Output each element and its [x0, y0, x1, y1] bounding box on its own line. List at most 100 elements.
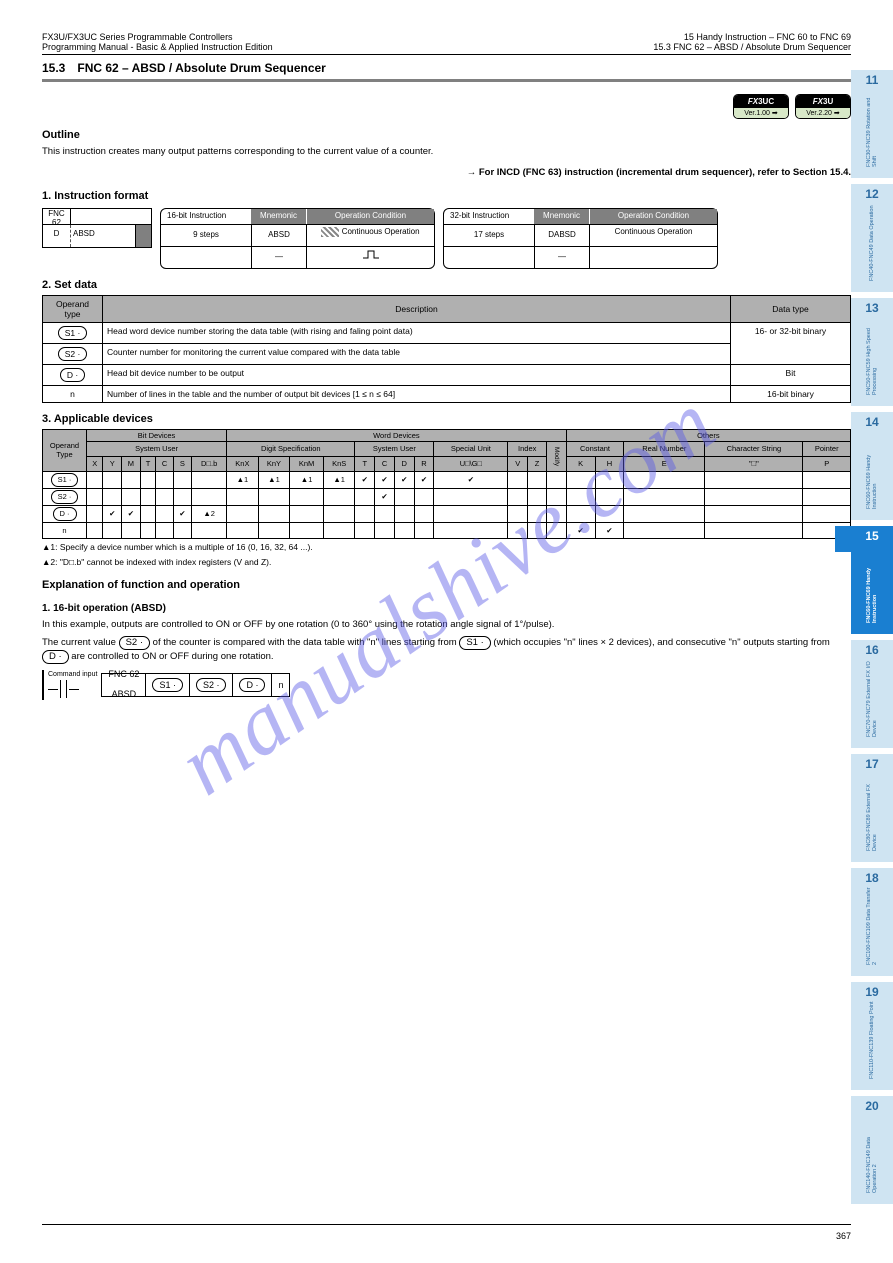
appl-cell — [140, 505, 156, 522]
appl-cell — [87, 505, 103, 522]
appl-cell — [258, 505, 290, 522]
box32-mnem-hdr: Mnemonic — [534, 209, 589, 224]
appl-col: V — [508, 456, 528, 471]
appl-note1: ▲1: Specify a device number which is a m… — [42, 542, 851, 554]
side-tab-12[interactable]: 12FNC40-FNC49 Data Operation — [851, 184, 893, 292]
function-para-1: In this example, outputs are controlled … — [42, 618, 851, 631]
appl-cell — [140, 471, 156, 488]
side-tab-14[interactable]: 14FNC60-FNC69 Handy Instruction — [851, 412, 893, 520]
tab-num: 17 — [853, 758, 891, 771]
appl-cell — [156, 471, 173, 488]
appl-cell: ✔ — [595, 522, 624, 538]
box16-r2-mnem: — — [251, 247, 306, 268]
op-pill: S1 · — [459, 636, 490, 650]
appl-digit: Digit Specification — [227, 441, 355, 456]
appl-cell — [624, 488, 705, 505]
fnc-box: FNC 62 ABSD S1 · S2 · D · n — [101, 673, 290, 697]
inst-name: ABSD — [71, 225, 135, 247]
appl-cell: ✔ — [394, 471, 414, 488]
pulse-marker — [135, 225, 151, 247]
tab-label: FNC140-FNC149 Data Operation 2 — [866, 1113, 878, 1193]
side-tab-13[interactable]: 13FNC50-FNC59 High Speed Processing — [851, 298, 893, 406]
badge-fx: FX — [748, 97, 758, 106]
appl-cell: ✔ — [173, 505, 192, 522]
side-tab-11[interactable]: 11FNC30-FNC39 Rotation and Shift — [851, 70, 893, 178]
appl-cell — [624, 471, 705, 488]
table-row: S2 ·✔ — [43, 488, 851, 505]
appl-cell — [434, 522, 508, 538]
tab-label: FNC60-FNC69 Handy Instruction — [866, 429, 878, 509]
op-dtype: Bit — [731, 364, 851, 385]
appl-cell: ✔ — [375, 488, 395, 505]
appl-cell — [528, 522, 547, 538]
appl-cell — [595, 471, 624, 488]
appl-cell — [434, 505, 508, 522]
title-rule — [42, 79, 851, 82]
appl-cell — [227, 488, 259, 505]
appl-cell — [323, 505, 355, 522]
side-tab-17[interactable]: 17FNC80-FNC89 External FX Device — [851, 754, 893, 862]
appl-cell — [528, 471, 547, 488]
appl-cell — [323, 488, 355, 505]
tab-num: 15 — [853, 530, 891, 543]
appl-cell — [595, 505, 624, 522]
appl-cell — [394, 488, 414, 505]
appl-cell — [192, 488, 227, 505]
appl-cell — [705, 505, 803, 522]
appl-note2: ▲2: "D□.b" cannot be indexed with index … — [42, 557, 851, 569]
appl-cell — [624, 522, 705, 538]
op-n: n — [43, 385, 103, 402]
box32-label: 32-bit Instruction — [444, 209, 534, 224]
box16-mnem: ABSD — [251, 225, 306, 246]
appl-col: C — [156, 456, 173, 471]
appl-col: E — [624, 456, 705, 471]
side-tab-15[interactable]: 15FNC60-FNC69 Handy Instruction — [851, 526, 893, 634]
appl-cell: ▲1 — [290, 471, 324, 488]
appl-cell — [803, 505, 851, 522]
tab-label: FNC80-FNC89 External FX Device — [866, 771, 878, 851]
col-op-type: Operand type — [43, 295, 103, 322]
appl-cell — [355, 488, 375, 505]
fnc-label: FNC 62 — [43, 209, 71, 224]
appl-cell — [173, 522, 192, 538]
side-tab-16[interactable]: 16FNC70-FNC79 External FX I/O Device — [851, 640, 893, 748]
appl-col: D□.b — [192, 456, 227, 471]
applicable-heading: 3. Applicable devices — [42, 413, 851, 425]
ladder-diagram: Command input FNC 62 ABSD S1 · S2 · D · … — [42, 670, 851, 700]
appl-cell — [414, 505, 434, 522]
badge-bottom: Ver.2.20 ➡ — [796, 108, 850, 118]
appl-cell — [227, 522, 259, 538]
appl-cell — [156, 505, 173, 522]
contact-icon — [60, 680, 67, 698]
tab-label: FNC60-FNC69 Handy Instruction — [866, 543, 878, 623]
appl-cell: ✔ — [355, 471, 375, 488]
page-number: 367 — [836, 1231, 851, 1241]
badge-suffix: 3UC — [758, 97, 774, 106]
col-dtype: Data type — [731, 295, 851, 322]
tab-label: FNC100-FNC109 Data Transfer 2 — [866, 885, 878, 965]
appl-cell — [122, 522, 141, 538]
appl-cell — [290, 505, 324, 522]
table-row: D · Head bit device number to be output … — [43, 364, 851, 385]
side-tab-19[interactable]: 19FNC110-FNC139 Floating Point — [851, 982, 893, 1090]
table-row: S1 ·▲1▲1▲1▲1✔✔✔✔✔ — [43, 471, 851, 488]
appl-cell — [803, 488, 851, 505]
appl-cell — [140, 522, 156, 538]
appl-cell: ✔ — [414, 471, 434, 488]
box16-cond-hdr: Operation Condition — [306, 209, 434, 224]
op-pill: S2 · — [196, 678, 227, 692]
table-row: D ·✔✔✔▲2 — [43, 505, 851, 522]
tab-label: FNC70-FNC79 External FX I/O Device — [866, 657, 878, 737]
appl-sysbit: System User — [87, 441, 227, 456]
appl-cell — [103, 522, 122, 538]
side-tab-20[interactable]: 20FNC140-FNC149 Data Operation 2 — [851, 1096, 893, 1204]
appl-cell — [122, 488, 141, 505]
appl-col: "□" — [705, 456, 803, 471]
table-row: n Number of lines in the table and the n… — [43, 385, 851, 402]
appl-col: KnY — [258, 456, 290, 471]
operands-heading: 2. Set data — [42, 279, 851, 291]
appl-op: S1 · — [43, 471, 87, 488]
badge-fx3u: FX3U Ver.2.20 ➡ — [795, 94, 851, 119]
side-tab-18[interactable]: 18FNC100-FNC109 Data Transfer 2 — [851, 868, 893, 976]
appl-col: T — [355, 456, 375, 471]
